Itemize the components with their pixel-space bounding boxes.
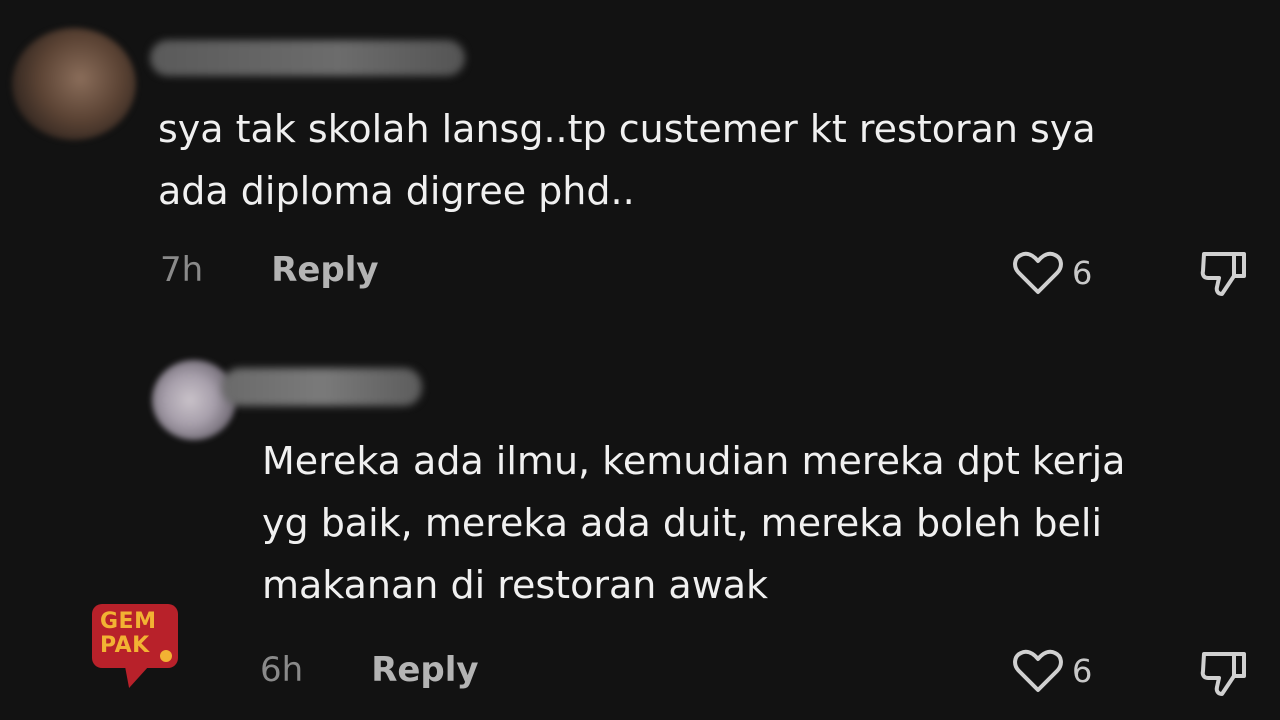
timestamp: 7h	[160, 250, 204, 290]
logo-tail	[119, 666, 149, 688]
comments-screen: sya tak skolah lansg..tp custemer kt res…	[0, 0, 1280, 720]
dislike-button[interactable]	[1198, 248, 1248, 302]
comment-text: Mereka ada ilmu, kemudian mereka dpt ker…	[262, 439, 1126, 607]
avatar[interactable]	[152, 360, 236, 440]
timestamp: 6h	[260, 650, 304, 690]
like-button[interactable]: 6	[1012, 250, 1092, 296]
like-button[interactable]: 6	[1012, 648, 1092, 694]
logo-line-1: GEM	[100, 609, 157, 634]
comment-text: sya tak skolah lansg..tp custemer kt res…	[158, 107, 1096, 213]
like-count: 6	[1072, 652, 1093, 690]
heart-icon	[1013, 251, 1063, 294]
thumbs-down-icon	[1200, 652, 1246, 696]
dislike-button[interactable]	[1198, 648, 1248, 702]
gempak-logo: GEM PAK	[92, 604, 178, 688]
reply-button[interactable]: Reply	[371, 650, 478, 690]
username[interactable]	[150, 40, 465, 76]
reply-button[interactable]: Reply	[271, 250, 378, 290]
avatar[interactable]	[12, 28, 136, 140]
thumbs-down-icon	[1200, 252, 1246, 296]
logo-dot	[160, 650, 172, 662]
comment-meta: 6h Reply	[260, 650, 479, 690]
heart-icon	[1013, 649, 1063, 692]
like-count: 6	[1072, 254, 1093, 292]
username[interactable]	[222, 368, 422, 406]
comment-meta: 7h Reply	[160, 250, 379, 290]
